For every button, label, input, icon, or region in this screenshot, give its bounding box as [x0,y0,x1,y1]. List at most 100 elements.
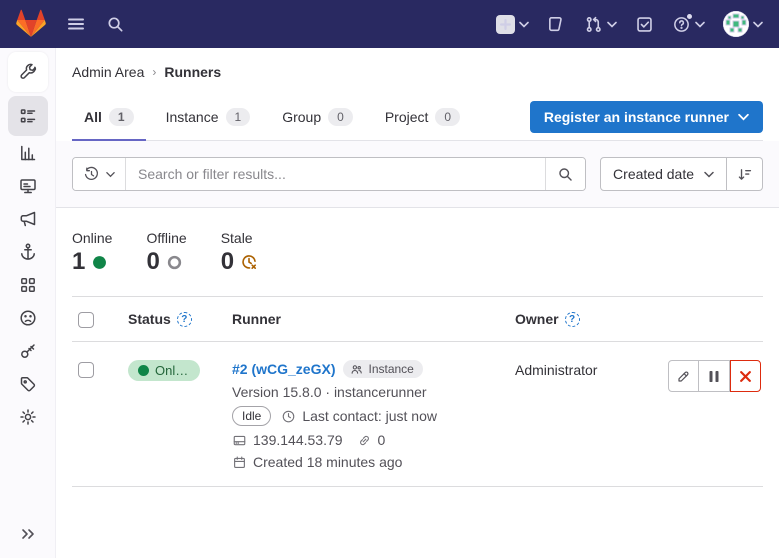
admin-sidebar [0,48,56,558]
sidebar-item-overview[interactable] [8,96,48,136]
tab-group[interactable]: Group 0 [270,98,365,141]
frown-face-icon [18,308,38,328]
sidebar-item-labels[interactable] [8,367,48,400]
online-count: 1 [72,248,85,276]
search-icon[interactable] [106,15,125,34]
sidebar-item-admin-area[interactable] [8,52,48,92]
label-tag-icon [18,374,38,394]
tab-instance[interactable]: Instance 1 [154,98,263,141]
main-content: Admin Area › Runners All 1 Instance 1 Gr… [56,48,779,558]
tab-all-count: 1 [109,108,134,126]
chevron-down-icon [753,21,763,28]
status-stale-icon [241,254,257,270]
merge-requests-button[interactable] [584,15,617,34]
megaphone-icon [18,209,38,229]
filtered-search [72,157,586,191]
chevron-down-icon [106,171,115,178]
edit-runner-button[interactable] [668,360,699,392]
runner-link[interactable]: #2 (wCG_zeGX) [232,361,335,377]
sidebar-item-messages[interactable] [8,202,48,235]
register-instance-runner-button[interactable]: Register an instance runner [530,101,763,133]
sort-descending-icon [736,166,753,183]
sidebar-item-monitoring[interactable] [8,169,48,202]
monitor-icon [18,176,38,196]
wrench-icon [18,62,38,82]
calendar-icon [232,455,247,470]
hamburger-menu-icon[interactable] [66,14,86,34]
select-all-checkbox[interactable] [78,312,94,328]
sidebar-expand-button[interactable] [12,520,44,548]
bar-chart-icon [18,143,38,163]
column-header-owner: Owner ? [515,311,663,327]
merge-request-icon [584,15,603,34]
runner-summary-cell: #2 (wCG_zeGX) Instance Version 15.8.0 · … [232,360,515,470]
tab-instance-count: 1 [226,108,251,126]
issues-icon[interactable] [547,15,566,34]
server-icon [232,433,247,448]
sidebar-item-deploy-keys[interactable] [8,334,48,367]
breadcrumb-separator-icon: › [152,65,156,79]
status-online-icon [92,255,107,270]
delete-runner-button[interactable] [730,360,761,392]
anchor-icon [18,242,38,262]
row-actions [663,360,763,392]
sidebar-item-settings[interactable] [8,400,48,433]
stat-stale: Stale 0 [221,230,257,276]
sidebar-item-system-hooks[interactable] [8,235,48,268]
pencil-icon [676,369,691,384]
chevron-down-icon [607,21,617,28]
status-badge: Online [128,360,200,381]
clock-icon [281,409,296,424]
tab-all[interactable]: All 1 [72,98,146,141]
column-header-status: Status ? [128,311,232,327]
new-menu-button[interactable] [496,15,529,34]
chevron-down-icon [519,21,529,28]
avatar [723,11,749,37]
sidebar-item-analytics[interactable] [8,136,48,169]
search-submit-button[interactable] [545,158,585,190]
key-icon [18,341,38,361]
runner-ip-line: 139.144.53.79 0 [232,432,505,448]
help-menu-button[interactable] [672,15,705,34]
users-icon [350,363,363,376]
todos-icon[interactable] [635,15,654,34]
linked-count: 0 [378,432,386,448]
stat-online: Online 1 [72,230,112,276]
search-icon [557,166,574,183]
chevron-down-icon [695,21,705,28]
online-dot-icon [138,365,149,376]
tab-project[interactable]: Project 0 [373,98,472,141]
close-icon [739,370,752,383]
gitlab-logo-icon[interactable] [16,9,46,39]
table-header-row: Status ? Runner Owner ? [72,296,763,342]
stale-count: 0 [221,248,234,276]
sidebar-item-abuse-reports[interactable] [8,301,48,334]
user-menu-button[interactable] [723,11,763,37]
search-history-dropdown[interactable] [73,158,126,190]
owner-help-icon[interactable]: ? [565,312,580,327]
table-row: Online #2 (wCG_zeGX) Instance [72,342,763,487]
grid-icon [18,275,38,295]
tab-group-count: 0 [328,108,353,126]
status-help-icon[interactable]: ? [177,312,192,327]
breadcrumb-runners: Runners [164,64,221,80]
column-header-runner: Runner [232,311,515,327]
owner-cell: Administrator [515,360,663,378]
overview-icon [18,106,38,126]
tab-project-count: 0 [435,108,460,126]
notification-dot [686,13,693,20]
plus-icon [496,15,515,34]
offline-count: 0 [146,248,159,276]
pause-runner-button[interactable] [699,360,730,392]
sidebar-item-applications[interactable] [8,268,48,301]
runner-version-line: Version 15.8.0 · instancerunner [232,384,505,400]
runner-stats: Online 1 Offline 0 Stale 0 [72,208,763,296]
runner-type-badge: Instance [343,360,422,378]
sort-by-dropdown[interactable]: Created date [600,157,727,191]
search-input[interactable] [126,158,545,190]
stat-offline: Offline 0 [146,230,186,276]
history-icon [83,166,100,183]
breadcrumb-admin-area[interactable]: Admin Area [72,64,144,80]
row-checkbox[interactable] [78,362,94,378]
sort-direction-button[interactable] [727,157,763,191]
